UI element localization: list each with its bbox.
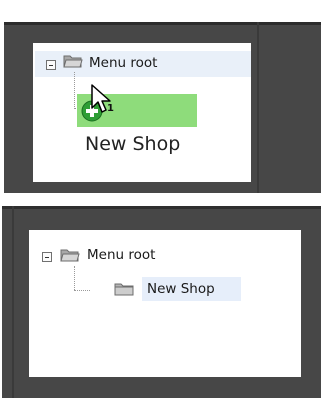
folder-open-icon [60,249,80,262]
drag-state-panel: Menu root 1 New Shop [4,22,321,193]
panel-top-edge [4,22,321,25]
mouse-cursor-icon [91,84,111,113]
panel-top-edge [2,206,321,209]
tree-root-label[interactable]: Menu root [87,247,155,263]
tree-guide-line [74,266,75,290]
tree-child-label[interactable]: New Shop [147,281,215,297]
folder-open-icon [63,55,83,68]
caption-fragment [0,0,321,20]
panel-divider [12,206,14,398]
collapse-toggle-icon[interactable] [42,252,52,262]
result-state-panel: Menu root New Shop [2,206,321,398]
tree-guide-line [74,72,75,107]
tree-guide-line [74,290,90,291]
folder-icon [114,283,134,296]
panel-divider [257,22,259,193]
dragged-item-label: New Shop [85,133,181,155]
tree-root-label[interactable]: Menu root [89,55,157,71]
collapse-toggle-icon[interactable] [46,60,56,70]
